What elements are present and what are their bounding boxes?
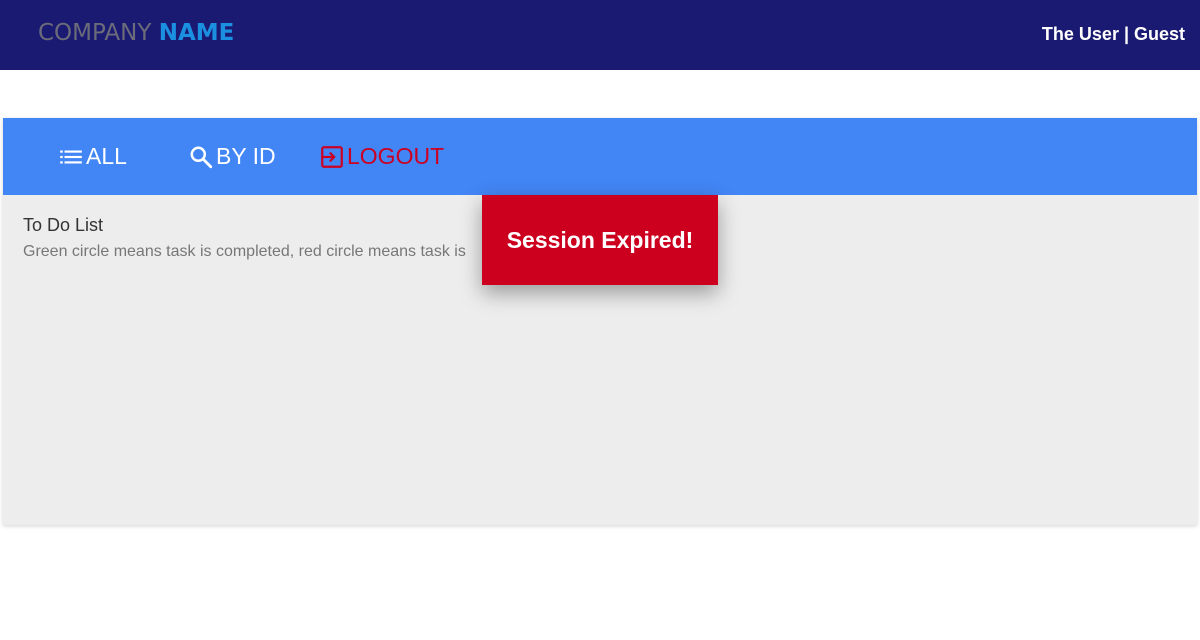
nav-all-label: ALL (86, 143, 127, 169)
brand-company-text: COMPANY (38, 20, 152, 46)
logout-icon (319, 144, 345, 170)
nav-by-id-label: BY ID (216, 143, 276, 169)
top-header-bar: COMPANY NAME The User | Guest (0, 0, 1200, 70)
brand-name-text: NAME (158, 20, 235, 46)
session-expired-toast: Session Expired! (482, 195, 718, 285)
toast-message: Session Expired! (506, 226, 694, 253)
todo-navbar: ALL BY ID LOGOUT (3, 118, 1197, 195)
nav-by-id-button[interactable]: BY ID (188, 118, 276, 195)
user-label[interactable]: The User | Guest (1042, 24, 1185, 45)
nav-logout-button[interactable]: LOGOUT (319, 118, 444, 195)
search-icon (188, 144, 214, 170)
page-subtitle: Green circle means task is completed, re… (23, 243, 466, 260)
list-icon (58, 144, 84, 170)
nav-all-button[interactable]: ALL (58, 118, 127, 195)
todo-card: ALL BY ID LOGOUT To Do List Green circle… (3, 118, 1197, 525)
nav-logout-label: LOGOUT (347, 143, 445, 169)
company-logo[interactable]: COMPANY NAME (38, 20, 234, 46)
page-title: To Do List (23, 215, 104, 235)
